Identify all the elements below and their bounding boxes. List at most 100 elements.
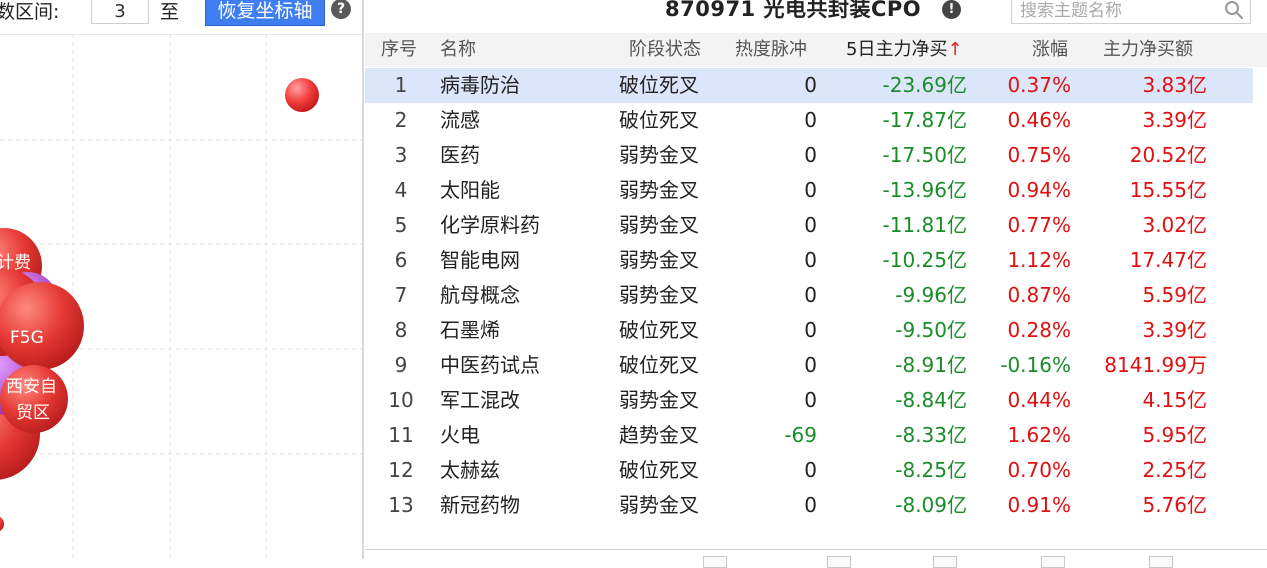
footer-checkbox[interactable] xyxy=(1149,556,1173,568)
cell-net: 15.55亿 xyxy=(1129,178,1207,202)
cell-stage: 破位死叉 xyxy=(619,73,699,97)
cell-net5: -9.96亿 xyxy=(895,283,967,307)
cell-idx: 1 xyxy=(394,73,408,97)
cell-change: 1.62% xyxy=(1007,423,1071,447)
bubble-label: 计费 xyxy=(0,253,31,273)
cell-name: 医药 xyxy=(440,143,480,167)
table-row[interactable]: 3 医药 弱势金叉 0 -17.50亿 0.75% 20.52亿 xyxy=(365,138,1253,173)
cell-change: 0.46% xyxy=(1007,108,1071,132)
cell-change: 1.12% xyxy=(1007,248,1071,272)
search-icon[interactable] xyxy=(1224,0,1244,20)
cell-heat: 0 xyxy=(804,353,817,377)
cell-idx: 8 xyxy=(394,318,408,342)
cell-heat: 0 xyxy=(804,108,817,132)
bubble-label: 贸区 xyxy=(16,403,50,423)
range-start-input[interactable]: 3 xyxy=(91,0,149,24)
cell-idx: 3 xyxy=(394,143,408,167)
table-row[interactable]: 10 军工混改 弱势金叉 0 -8.84亿 0.44% 4.15亿 xyxy=(365,383,1253,418)
col-header-net5[interactable]: 5日主力净买↑ xyxy=(846,33,963,67)
table-row[interactable]: 7 航母概念 弱势金叉 0 -9.96亿 0.87% 5.59亿 xyxy=(365,278,1253,313)
cell-name: 化学原料药 xyxy=(440,213,540,237)
table-row[interactable]: 8 石墨烯 破位死叉 0 -9.50亿 0.28% 3.39亿 xyxy=(365,313,1253,348)
table-row[interactable]: 12 太赫兹 破位死叉 0 -8.25亿 0.70% 2.25亿 xyxy=(365,453,1253,488)
sort-arrow-icon: ↑ xyxy=(947,39,963,60)
cell-change: 0.44% xyxy=(1007,388,1071,412)
col-header-stage[interactable]: 阶段状态 xyxy=(629,33,701,67)
table-row[interactable]: 1 病毒防治 破位死叉 0 -23.69亿 0.37% 3.83亿 xyxy=(365,68,1253,103)
cell-name: 智能电网 xyxy=(440,248,520,272)
cell-net5: -23.69亿 xyxy=(882,73,967,97)
bubble-chart xyxy=(0,34,362,559)
cell-name: 军工混改 xyxy=(440,388,520,412)
cell-net: 4.15亿 xyxy=(1142,388,1207,412)
footer-checkbox[interactable] xyxy=(1041,556,1065,568)
cell-net: 3.83亿 xyxy=(1142,73,1207,97)
cell-idx: 11 xyxy=(388,423,414,447)
table-row[interactable]: 11 火电 趋势金叉 -69 -8.33亿 1.62% 5.95亿 xyxy=(365,418,1253,453)
bubble[interactable] xyxy=(285,78,319,112)
cell-stage: 破位死叉 xyxy=(619,318,699,342)
cell-heat: 0 xyxy=(804,178,817,202)
bubble[interactable] xyxy=(0,516,4,532)
cell-net5: -8.09亿 xyxy=(895,493,967,517)
cell-change: 0.91% xyxy=(1007,493,1071,517)
footer-checkbox[interactable] xyxy=(827,556,851,568)
cell-idx: 10 xyxy=(388,388,414,412)
cell-name: 太阳能 xyxy=(440,178,500,202)
cell-stage: 破位死叉 xyxy=(619,458,699,482)
cell-idx: 7 xyxy=(394,283,408,307)
col-header-net[interactable]: 主力净买额 xyxy=(1103,33,1193,67)
table-row[interactable]: 2 流感 破位死叉 0 -17.87亿 0.46% 3.39亿 xyxy=(365,103,1253,138)
cell-change: 0.94% xyxy=(1007,178,1071,202)
cell-stage: 趋势金叉 xyxy=(619,423,699,447)
cell-heat: 0 xyxy=(804,283,817,307)
reset-axis-button[interactable]: 恢复坐标轴 xyxy=(205,0,325,26)
cell-change: 0.28% xyxy=(1007,318,1071,342)
table-row[interactable]: 5 化学原料药 弱势金叉 0 -11.81亿 0.77% 3.02亿 xyxy=(365,208,1253,243)
question-circle-icon[interactable]: ? xyxy=(331,0,351,19)
bubble[interactable] xyxy=(0,282,84,370)
cell-change: 0.77% xyxy=(1007,213,1071,237)
cell-net5: -9.50亿 xyxy=(895,318,967,342)
table-row[interactable]: 4 太阳能 弱势金叉 0 -13.96亿 0.94% 15.55亿 xyxy=(365,173,1253,208)
table-row[interactable]: 6 智能电网 弱势金叉 0 -10.25亿 1.12% 17.47亿 xyxy=(365,243,1253,278)
cell-idx: 9 xyxy=(394,353,408,377)
cell-stage: 弱势金叉 xyxy=(619,213,699,237)
search-box[interactable] xyxy=(1011,0,1251,24)
cell-heat: 0 xyxy=(804,248,817,272)
cell-heat: 0 xyxy=(804,458,817,482)
cell-idx: 6 xyxy=(394,248,408,272)
col-header-heat[interactable]: 热度脉冲 xyxy=(735,33,807,67)
cell-name: 航母概念 xyxy=(440,283,520,307)
cell-idx: 12 xyxy=(388,458,414,482)
page-title: 870971 光电共封装CPO xyxy=(665,0,922,21)
col-header-change[interactable]: 涨幅 xyxy=(1032,33,1068,67)
cell-stage: 弱势金叉 xyxy=(619,178,699,202)
bubble-label: F5G xyxy=(10,328,44,348)
cell-idx: 2 xyxy=(394,108,408,132)
cell-heat: 0 xyxy=(804,143,817,167)
table-row[interactable]: 9 中医药试点 破位死叉 0 -8.91亿 -0.16% 8141.99万 xyxy=(365,348,1253,383)
cell-stage: 弱势金叉 xyxy=(619,248,699,272)
cell-stage: 弱势金叉 xyxy=(619,283,699,307)
cell-net5: -8.91亿 xyxy=(895,353,967,377)
cell-heat: 0 xyxy=(804,213,817,237)
cell-net: 8141.99万 xyxy=(1104,353,1207,377)
table-row[interactable]: 13 新冠药物 弱势金叉 0 -8.09亿 0.91% 5.76亿 xyxy=(365,488,1253,523)
footer-checkbox[interactable] xyxy=(703,556,727,568)
cell-stage: 弱势金叉 xyxy=(619,388,699,412)
range-label: 数区间: xyxy=(0,1,60,23)
col-header-name[interactable]: 名称 xyxy=(440,33,476,67)
panel-divider[interactable] xyxy=(362,0,364,559)
info-circle-icon[interactable]: ! xyxy=(942,0,961,19)
footer-checkbox[interactable] xyxy=(933,556,957,568)
cell-net: 5.76亿 xyxy=(1142,493,1207,517)
cell-idx: 4 xyxy=(394,178,408,202)
cell-net: 3.39亿 xyxy=(1142,108,1207,132)
cell-net5: -11.81亿 xyxy=(882,213,967,237)
cell-net5: -8.33亿 xyxy=(895,423,967,447)
cell-net5: -10.25亿 xyxy=(882,248,967,272)
col-header-idx[interactable]: 序号 xyxy=(381,33,417,67)
search-input[interactable] xyxy=(1020,0,1220,23)
cell-change: 0.87% xyxy=(1007,283,1071,307)
